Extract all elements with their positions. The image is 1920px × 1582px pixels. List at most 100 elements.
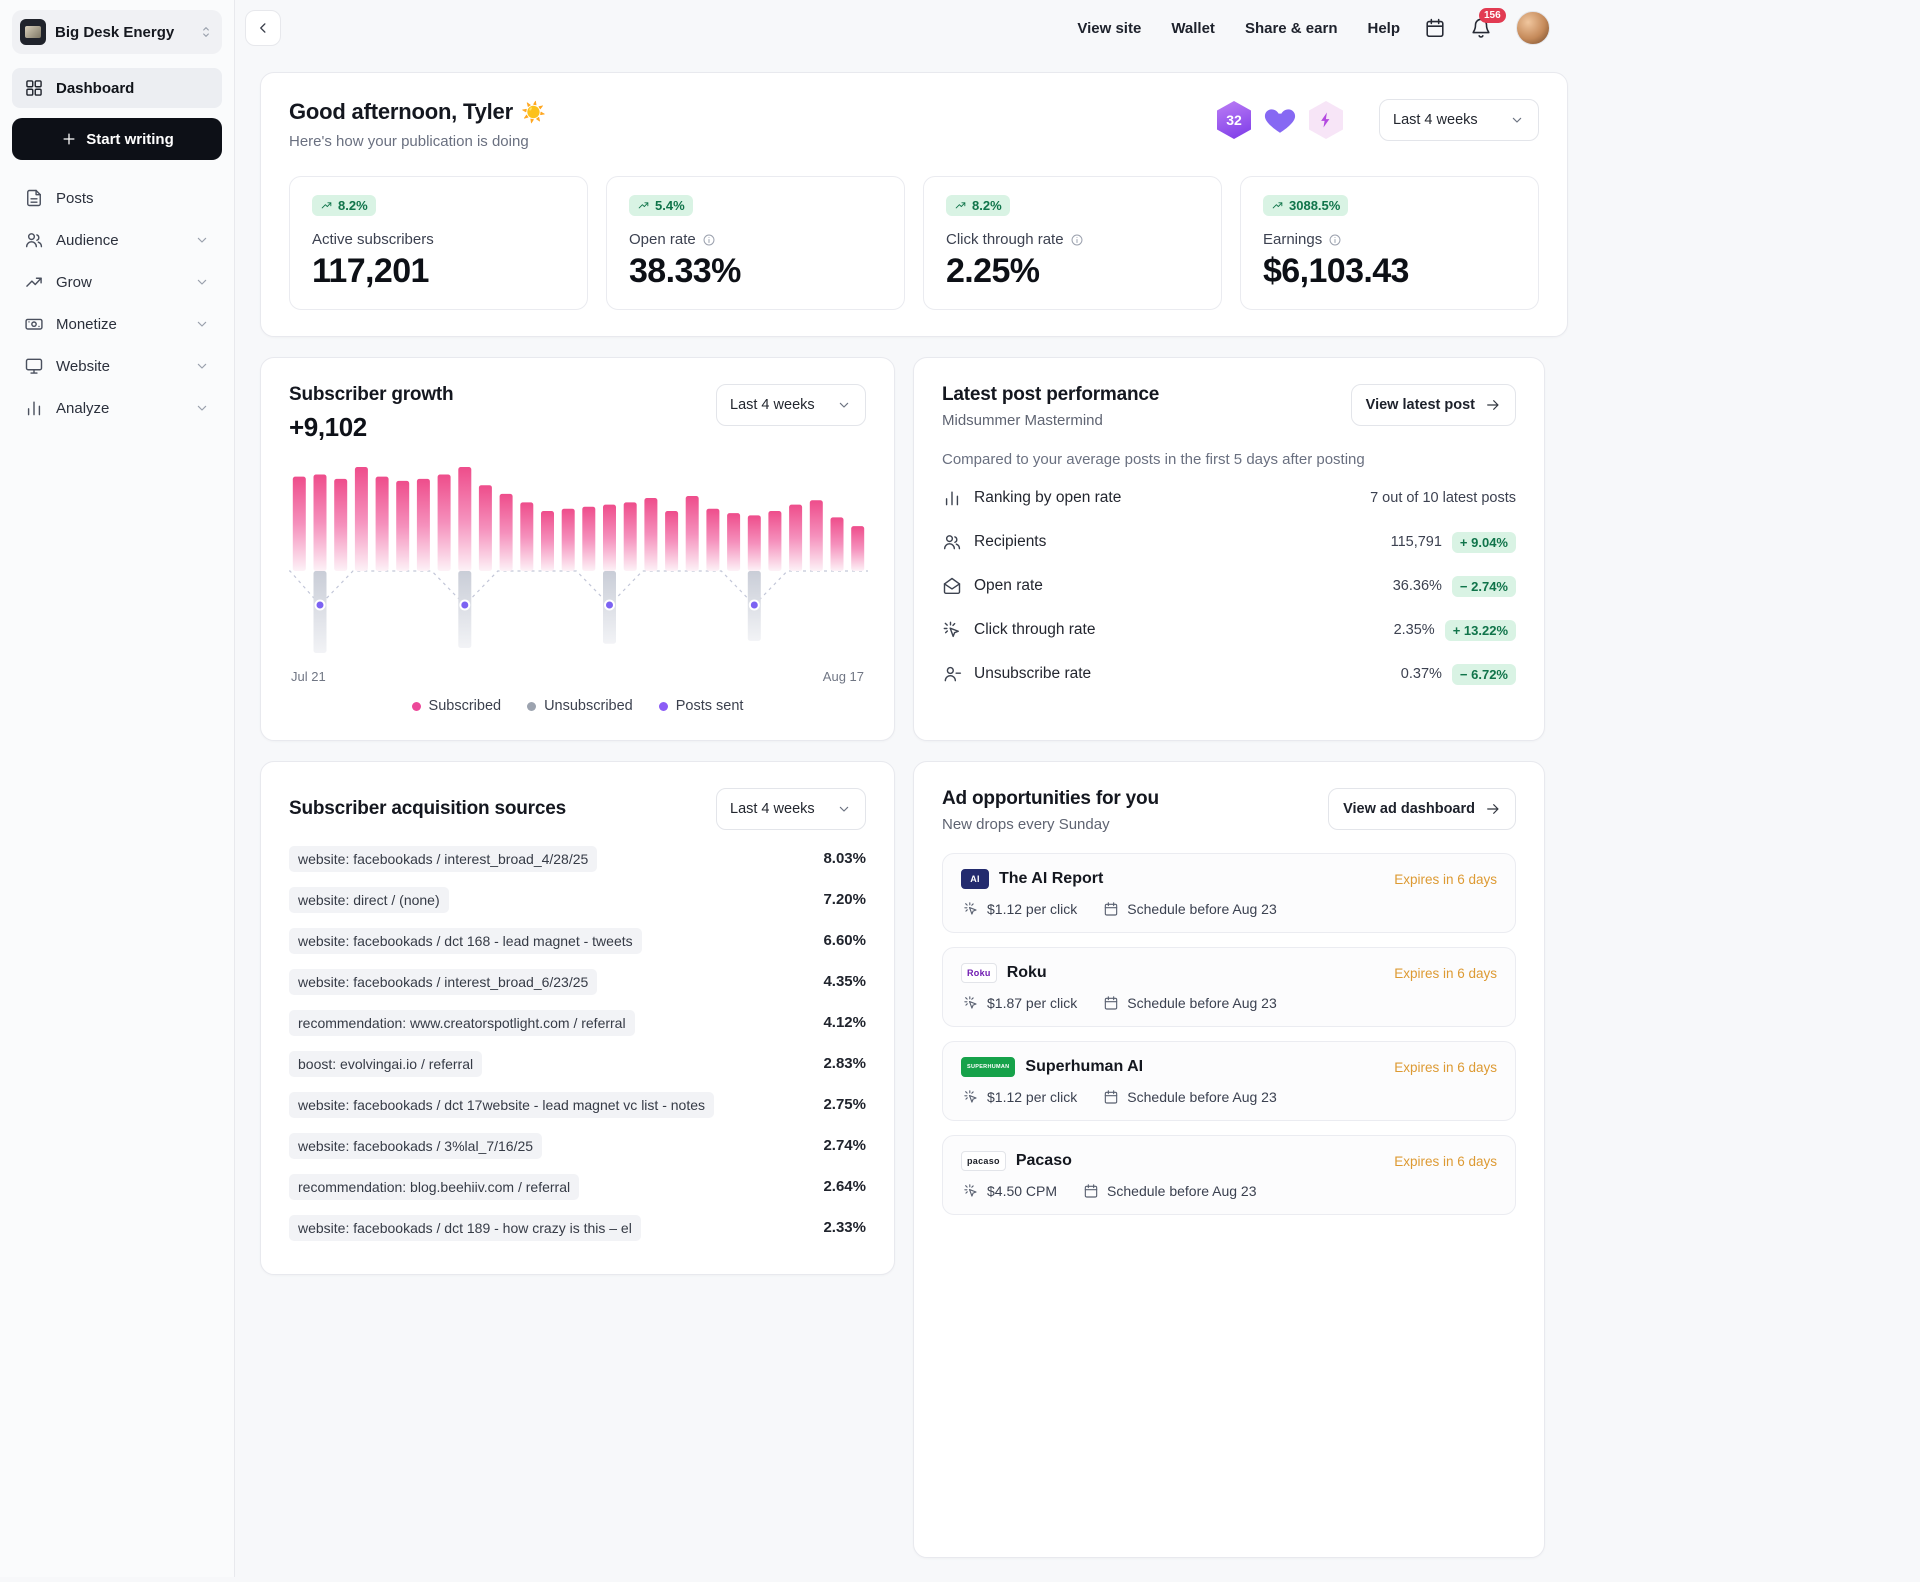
grid-icon [24, 78, 44, 98]
users-icon [24, 230, 44, 250]
chart-bar [768, 511, 781, 571]
avatar[interactable] [1516, 11, 1550, 45]
metric-label: Open rate [974, 577, 1043, 595]
chevdown-icon [194, 316, 210, 332]
start-writing-button[interactable]: Start writing [12, 118, 222, 160]
chart-bar [624, 502, 637, 571]
expires-label: Expires in 6 days [1394, 872, 1497, 887]
stat-card-click-through-rate: 8.2% Click through rate 2.25% [923, 176, 1222, 310]
acquisition-row: website: facebookads / interest_broad_4/… [289, 838, 866, 879]
sidebar-item-analyze[interactable]: Analyze [12, 388, 222, 428]
source-label: website: facebookads / interest_broad_6/… [289, 969, 597, 995]
topbar-link-view-site[interactable]: View site [1077, 20, 1141, 37]
metric-value: 7 out of 10 latest posts [1370, 490, 1516, 506]
chevdown-icon [194, 232, 210, 248]
ad-opportunity-pacaso[interactable]: pacaso Pacaso Expires in 6 days $4.50 CP… [942, 1135, 1516, 1215]
compare-text: Compared to your average posts in the fi… [942, 451, 1516, 468]
topbar-link-wallet[interactable]: Wallet [1171, 20, 1215, 37]
source-label: website: facebookads / dct 189 - how cra… [289, 1215, 641, 1241]
topbar: View site Wallet Share & earn Help 156 [235, 0, 1568, 52]
performance-row-ranking-by-open-rate: Ranking by open rate 7 out of 10 latest … [942, 476, 1516, 520]
source-label: boost: evolvingai.io / referral [289, 1051, 482, 1077]
advertiser-logo: SUPERHUMAN [961, 1057, 1015, 1077]
topbar-link-help[interactable]: Help [1367, 20, 1400, 37]
trend-value: 8.2% [972, 199, 1002, 212]
view-ad-dashboard-button[interactable]: View ad dashboard [1328, 788, 1516, 830]
advertiser-name: The AI Report [999, 870, 1103, 888]
calendar-icon [1103, 995, 1119, 1011]
source-label: recommendation: blog.beehiiv.com / refer… [289, 1174, 579, 1200]
chevron-updown-icon [198, 24, 214, 40]
topbar-link-share-earn[interactable]: Share & earn [1245, 20, 1338, 37]
trend-badge: 8.2% [312, 195, 376, 216]
date-range-select[interactable]: Last 4 weeks [716, 384, 866, 426]
source-label: website: facebookads / dct 17website - l… [289, 1092, 714, 1118]
overview-card: Good afternoon, Tyler ☀️ Here's how your… [260, 72, 1568, 337]
sidebar-item-website[interactable]: Website [12, 346, 222, 386]
doc-icon [24, 188, 44, 208]
sidebar-item-grow[interactable]: Grow [12, 262, 222, 302]
source-share: 4.12% [823, 1014, 866, 1031]
workspace-switcher[interactable]: Big Desk Energy [12, 10, 222, 54]
plus-icon [60, 130, 78, 148]
post-sent-marker [460, 601, 469, 610]
view-latest-post-button[interactable]: View latest post [1351, 384, 1516, 426]
x-axis-end-label: Aug 17 [823, 669, 864, 684]
card-title: Subscriber growth [289, 384, 453, 406]
schedule-label: Schedule before Aug 23 [1127, 901, 1276, 917]
date-range-select[interactable]: Last 4 weeks [1379, 99, 1539, 141]
expires-label: Expires in 6 days [1394, 1060, 1497, 1075]
greeting-subtitle: Here's how your publication is doing [289, 133, 546, 150]
chart-bar [541, 511, 554, 571]
main-area: View site Wallet Share & earn Help 156 Good… [235, 0, 1568, 1577]
x-axis-start-label: Jul 21 [291, 669, 326, 684]
info-icon [702, 233, 716, 247]
metric-value: 115,791 [1391, 534, 1442, 550]
chart-bar [851, 526, 864, 571]
bell-icon[interactable]: 156 [1470, 17, 1492, 39]
monitor-icon [24, 356, 44, 376]
price-label: $1.12 per click [987, 901, 1077, 917]
chart-bar [458, 467, 471, 571]
post-sent-marker [316, 601, 325, 610]
calendar-icon[interactable] [1424, 17, 1446, 39]
stat-card-active-subscribers: 8.2% Active subscribers 117,201 [289, 176, 588, 310]
sidebar-item-dashboard[interactable]: Dashboard [12, 68, 222, 108]
chart-unsub-bar [314, 571, 327, 653]
sidebar-item-audience[interactable]: Audience [12, 220, 222, 260]
ad-opportunity-roku[interactable]: Roku Roku Expires in 6 days $1.87 per cl… [942, 947, 1516, 1027]
sidebar-item-posts[interactable]: Posts [12, 178, 222, 218]
collapse-sidebar-button[interactable] [245, 10, 281, 46]
chevdown-icon [194, 400, 210, 416]
date-range-select[interactable]: Last 4 weeks [716, 788, 866, 830]
trend-icon [24, 272, 44, 292]
chart-bar [520, 502, 533, 571]
stat-label: Earnings [1263, 231, 1322, 248]
performance-row-open-rate: Open rate 36.36% − 2.74% [942, 564, 1516, 608]
mail-icon [942, 576, 962, 596]
card-title: Subscriber acquisition sources [289, 798, 566, 820]
notification-badge: 156 [1479, 8, 1506, 23]
date-range-value: Last 4 weeks [1393, 112, 1478, 128]
price-label: $1.87 per click [987, 995, 1077, 1011]
post-sent-marker [750, 601, 759, 610]
trendup-icon [1271, 199, 1284, 212]
chart-bar [562, 509, 575, 571]
chart-bar [706, 509, 719, 571]
sidebar-item-monetize[interactable]: Monetize [12, 304, 222, 344]
source-share: 7.20% [823, 891, 866, 908]
heart-icon[interactable] [1263, 103, 1297, 137]
chevdown-icon [194, 274, 210, 290]
date-range-value: Last 4 weeks [730, 397, 815, 413]
lightning-badge[interactable] [1309, 101, 1343, 139]
chevron-down-icon [836, 801, 852, 817]
legend-subscribed: Subscribed [412, 698, 502, 714]
ad-opportunity-the-ai-report[interactable]: AI The AI Report Expires in 6 days $1.12… [942, 853, 1516, 933]
ad-opportunity-superhuman-ai[interactable]: SUPERHUMAN Superhuman AI Expires in 6 da… [942, 1041, 1516, 1121]
sidebar-item-label: Dashboard [56, 80, 134, 97]
trendup-icon [954, 199, 967, 212]
calendar-icon [1103, 901, 1119, 917]
acquisition-row: boost: evolvingai.io / referral 2.83% [289, 1043, 866, 1084]
latest-post-performance-card: Latest post performance Midsummer Master… [913, 357, 1545, 741]
streak-badge[interactable]: 32 [1217, 101, 1251, 139]
